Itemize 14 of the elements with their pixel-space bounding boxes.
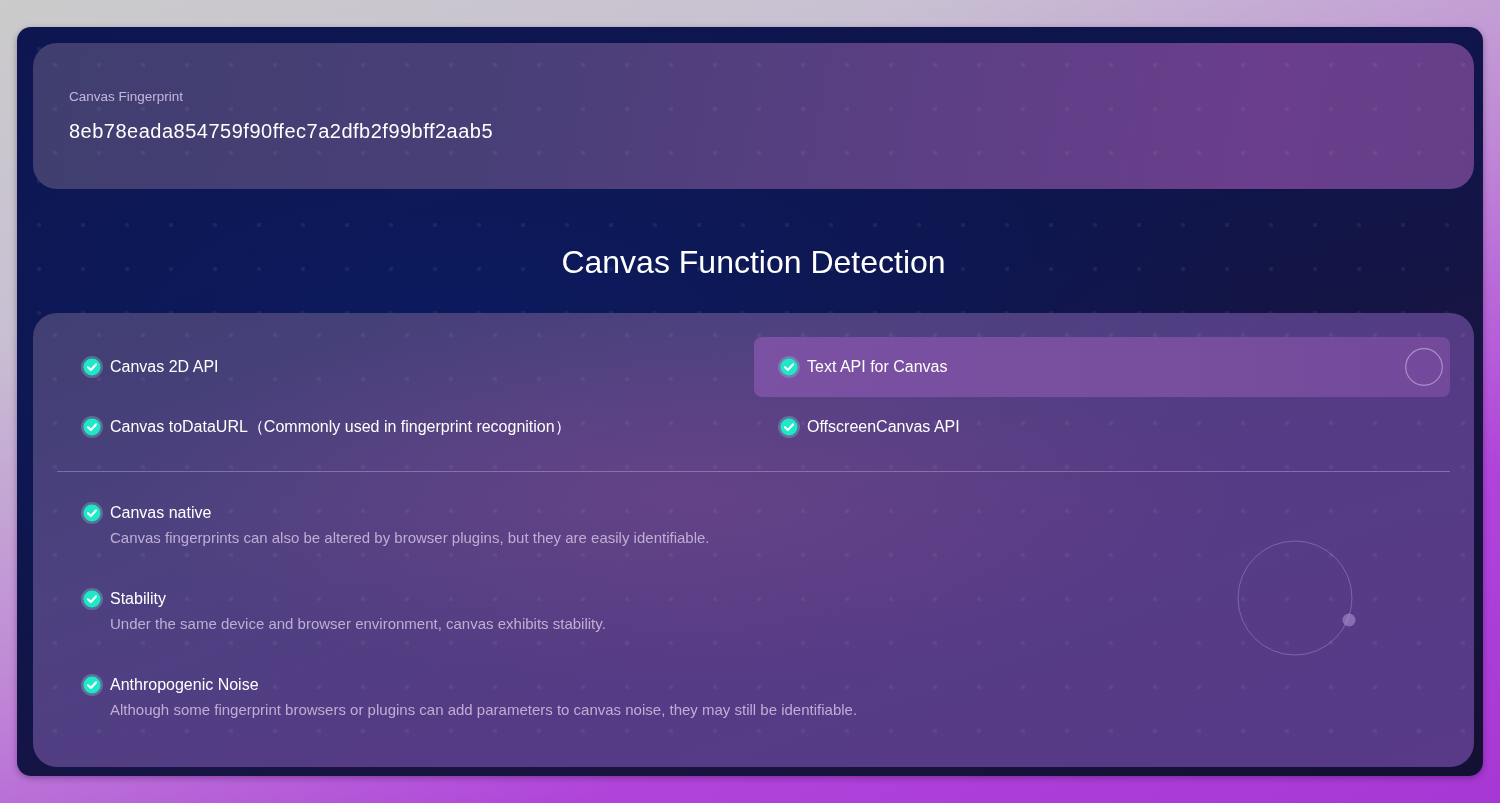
function-item[interactable]: Text API for Canvas <box>754 337 1450 397</box>
fingerprint-label: Canvas Fingerprint <box>69 88 185 106</box>
feature-description: Although some fingerprint browsers or plugins can add parameters to canvas noise, they may still be identifiable. <box>110 700 858 720</box>
section-title: Canvas Function Detection <box>561 243 946 282</box>
feature-description: Canvas fingerprints can also be altered by browser plugins, but they are easily identifiable. <box>110 528 710 548</box>
function-item[interactable]: Canvas 2D API <box>57 337 753 397</box>
ring-icon <box>1405 348 1443 386</box>
feature-title: Anthropogenic Noise <box>110 675 259 695</box>
feature-title: Canvas native <box>110 503 212 523</box>
fingerprint-hash: 8eb78eada854759f90ffec7a2dfb2f99bff2aab5 <box>69 119 495 143</box>
function-item[interactable]: Canvas toDataURL（Commonly used in fingerprint recognition） <box>57 397 753 457</box>
feature-description: Under the same device and browser environment, canvas exhibits stability. <box>110 614 606 634</box>
function-item[interactable]: OffscreenCanvas API <box>754 397 1450 457</box>
feature-title: Stability <box>110 589 167 609</box>
